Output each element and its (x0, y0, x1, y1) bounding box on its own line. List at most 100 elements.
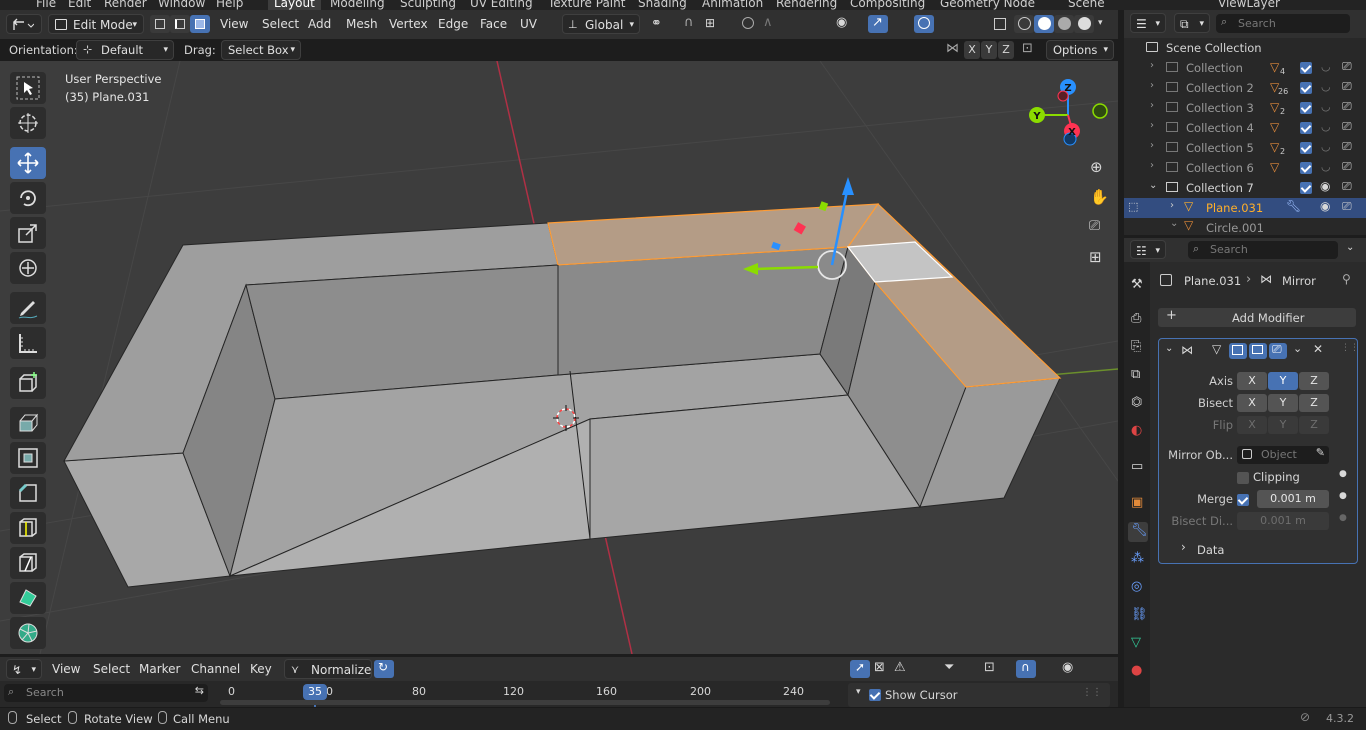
exclude-checkbox[interactable] (1300, 82, 1312, 94)
flip-x-toggle[interactable]: X (1237, 416, 1267, 434)
loop-cut-tool[interactable] (10, 512, 46, 544)
render-camera-icon[interactable]: ⎚ (1342, 59, 1352, 74)
zoom-view-button[interactable]: ⊕ (1084, 155, 1110, 181)
axis-x-toggle[interactable]: X (1237, 372, 1267, 390)
render-camera-icon[interactable]: ⎚ (1342, 179, 1352, 194)
outliner-collection-3[interactable]: › Collection 3 ▽ 2 ◡ ⎚ (1124, 98, 1366, 118)
3d-viewport[interactable]: Z Y X User Perspective (35) Plane.031 ⊕ … (0, 61, 1118, 654)
viewport-scene[interactable]: Z Y X (0, 61, 1118, 654)
editor-type-button[interactable] (6, 14, 42, 34)
workspace-tab-sculpting[interactable]: Sculpting (400, 0, 456, 10)
transform-tool[interactable] (10, 252, 46, 284)
mesh-symmetry-y-toggle[interactable]: Y (981, 41, 997, 59)
move-tool[interactable] (10, 147, 46, 179)
mesh-symmetry-z-toggle[interactable]: Z (998, 41, 1014, 59)
normalize-toggle[interactable]: ⋎ Normalize (284, 659, 372, 679)
timeline-region[interactable]: ⌕ Search ⇆ 0 0 80 120 160 200 240 35 ▾ S… (0, 681, 1118, 707)
workspace-tab-uv-editing[interactable]: UV Editing (470, 0, 533, 10)
bisect-x-toggle[interactable]: X (1237, 394, 1267, 412)
shading-rendered-button[interactable] (1074, 15, 1094, 33)
tab-modifiers[interactable]: 🔧︎ (1128, 522, 1148, 542)
outliner-collection-1[interactable]: › Collection ▽ 4 ◡ ⎚ (1124, 58, 1366, 78)
hidden-eye-icon[interactable]: ◡ (1321, 60, 1331, 73)
close-icon[interactable]: ✕ (1313, 342, 1323, 356)
exclude-checkbox[interactable] (1300, 62, 1312, 74)
exclude-checkbox[interactable] (1300, 122, 1312, 134)
mirror-object-field[interactable]: Object ✎ (1237, 446, 1329, 464)
display-mode-button[interactable]: ⧉ ▾ (1174, 13, 1210, 33)
eye-icon[interactable]: ◉ (1320, 199, 1330, 213)
bisect-y-toggle[interactable]: Y (1268, 394, 1298, 412)
show-gizmo-button[interactable]: ↗ (868, 15, 888, 33)
merge-checkbox[interactable] (1237, 494, 1249, 506)
annotate-tool[interactable] (10, 292, 46, 324)
axis-z-toggle[interactable]: Z (1299, 372, 1329, 390)
workspace-tab-layout[interactable]: Layout (268, 0, 321, 10)
timeline-menu-marker[interactable]: Marker (133, 659, 186, 679)
tab-world[interactable]: ◐ (1128, 422, 1148, 442)
tab-object[interactable]: ▣ (1128, 494, 1148, 514)
orientation-dropdown[interactable]: ⊹ Default ▾ (76, 40, 174, 60)
hidden-eye-icon[interactable]: ◡ (1321, 160, 1331, 173)
eyedropper-icon[interactable]: ✎ (1316, 446, 1325, 459)
workspace-tab-animation[interactable]: Animation (702, 0, 763, 10)
playhead[interactable]: 35 (303, 684, 327, 700)
properties-editor-type-button[interactable]: ☷ ▾ (1130, 240, 1166, 259)
poly-build-tool[interactable] (10, 582, 46, 614)
channel-search-field[interactable]: ⌕ Search ⇆ (4, 684, 208, 702)
workspace-tab-rendering[interactable]: Rendering (776, 0, 837, 10)
menu-window[interactable]: Window (158, 0, 205, 10)
outliner-collection-7[interactable]: ⌄ Collection 7 ◉ ⎚ (1124, 178, 1366, 198)
menu-edit[interactable]: Edit (68, 0, 91, 10)
chevron-down-icon[interactable]: ⌄ (1165, 343, 1173, 354)
flip-y-toggle[interactable]: Y (1268, 416, 1298, 434)
chevron-right-icon[interactable]: › (1181, 540, 1186, 554)
hidden-eye-icon[interactable]: ◡ (1321, 120, 1331, 133)
hidden-eye-icon[interactable]: ◡ (1321, 140, 1331, 153)
workspace-tab-texture-paint[interactable]: Texture Paint (548, 0, 625, 10)
timeline-editor-type-button[interactable]: ↯ ▾ (6, 659, 42, 679)
menu-help[interactable]: Help (216, 0, 243, 10)
tab-material[interactable]: ● (1128, 662, 1148, 682)
timeline-menu-view[interactable]: View (46, 659, 86, 679)
drag-handle-icon[interactable]: ⋮⋮ (1082, 687, 1102, 698)
frame-ruler[interactable]: 0 0 80 120 160 200 240 35 (216, 681, 832, 707)
vertex-select-mode-button[interactable] (150, 15, 170, 33)
shading-solid-button[interactable] (1034, 15, 1054, 33)
xray-toggle-button[interactable] (990, 15, 1010, 33)
timeline-menu-key[interactable]: Key (244, 659, 278, 679)
tab-collection[interactable]: ▭ (1128, 458, 1148, 478)
pin-icon[interactable]: ⚲ (1342, 272, 1351, 286)
menu-vertex[interactable]: Vertex (383, 14, 434, 34)
proportional-edit-icon[interactable]: ◉ (1062, 660, 1073, 675)
measure-tool[interactable] (10, 327, 46, 359)
workspace-tab-compositing[interactable]: Compositing (850, 0, 925, 10)
axis-y-toggle[interactable]: Y (1268, 372, 1298, 390)
bevel-tool[interactable] (10, 477, 46, 509)
menu-edge[interactable]: Edge (432, 14, 474, 34)
transform-orientation-selector[interactable]: ⊥ Global ▾ (562, 14, 640, 34)
pan-view-button[interactable]: ✋ (1084, 185, 1110, 211)
show-overlays-button[interactable] (914, 15, 934, 33)
hidden-eye-icon[interactable]: ◡ (1321, 100, 1331, 113)
auto-merge-icon[interactable]: ⊡ (1022, 41, 1033, 56)
show-cursor-checkbox[interactable] (869, 689, 881, 701)
select-box-tool[interactable] (10, 72, 46, 104)
knife-tool[interactable] (10, 547, 46, 579)
mesh-symmetry-x-toggle[interactable]: X (964, 41, 980, 59)
snapping-icon[interactable]: ⊡ (984, 660, 995, 675)
menu-file[interactable]: File (36, 0, 56, 10)
viewport-display-toggle[interactable] (1249, 343, 1267, 359)
edge-select-mode-button[interactable] (170, 15, 190, 33)
menu-mesh[interactable]: Mesh (340, 14, 384, 34)
chevron-down-icon[interactable]: ⌄ (1346, 242, 1354, 253)
cursor-tool[interactable] (10, 107, 46, 139)
mesh-plane-031[interactable] (63, 203, 1062, 588)
face-select-mode-button[interactable] (190, 15, 210, 33)
outliner-collection-6[interactable]: › Collection 6 ▽ ◡ ⎚ (1124, 158, 1366, 178)
menu-view[interactable]: View (214, 14, 254, 34)
options-dropdown[interactable]: Options ▾ (1046, 40, 1114, 60)
tab-scene[interactable]: ⏣ (1128, 394, 1148, 414)
outliner-search-field[interactable]: ⌕ Search (1216, 14, 1350, 33)
render-camera-icon[interactable]: ⎚ (1342, 139, 1352, 154)
